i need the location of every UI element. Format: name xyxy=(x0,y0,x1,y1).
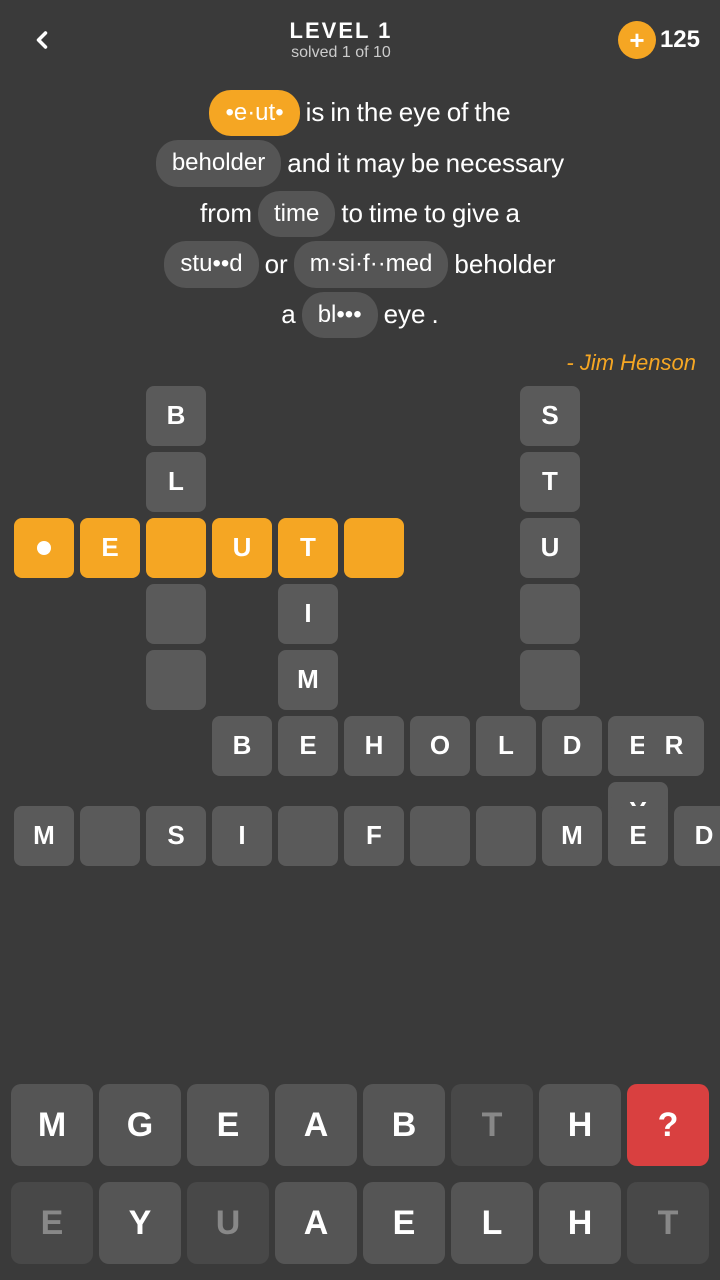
tile-empty1-r2 xyxy=(146,518,206,578)
tile-empty-r7c7 xyxy=(476,806,536,866)
tile-D-r7c10: D xyxy=(674,806,720,866)
tile-H-r5: H xyxy=(344,716,404,776)
keyboard-row-2: E Y U A E L H T xyxy=(10,1182,710,1264)
dot-inner xyxy=(37,541,51,555)
coin-count: 125 xyxy=(660,26,700,54)
key-hint[interactable]: ? xyxy=(627,1084,709,1166)
tile-M-r7c0: M xyxy=(14,806,74,866)
key-T[interactable]: T xyxy=(451,1084,533,1166)
key-H[interactable]: H xyxy=(539,1084,621,1166)
blank-word-beholder1: beholder xyxy=(156,140,281,186)
keyboard-area: M G E A B T H ? E Y U A E L H T xyxy=(0,1066,720,1280)
add-coins-button[interactable]: + xyxy=(618,21,656,59)
tile-empty-r4c2 xyxy=(146,650,206,710)
tile-U2-r2: U xyxy=(520,518,580,578)
key-A[interactable]: A xyxy=(275,1084,357,1166)
tile-E-r2: E xyxy=(80,518,140,578)
tile-F-r7: F xyxy=(344,806,404,866)
quote-line-5: a bl••• eye . xyxy=(24,292,696,338)
key-B[interactable]: B xyxy=(363,1084,445,1166)
key-A2[interactable]: A xyxy=(275,1182,357,1264)
key-L[interactable]: L xyxy=(451,1182,533,1264)
blank-word-black: bl••• xyxy=(302,292,378,338)
tile-empty-r3c8 xyxy=(520,584,580,644)
quote-line-1: •e·ut• is in the eye of the xyxy=(24,90,696,136)
blank-word-stud: stu••d xyxy=(164,241,258,287)
tile-I-r7: I xyxy=(212,806,272,866)
crossword-grid: B S L T E U T U I M B E H O L D E R Y M xyxy=(10,386,710,876)
key-E3[interactable]: E xyxy=(363,1182,445,1264)
tile-E-r7c9: E xyxy=(608,806,668,866)
key-E[interactable]: E xyxy=(187,1084,269,1166)
tile-L-r5: L xyxy=(476,716,536,776)
quote-line-3: from time to time to give a xyxy=(24,191,696,237)
tile-T-r2: T xyxy=(278,518,338,578)
tile-I-r3: I xyxy=(278,584,338,644)
tile-U-r2: U xyxy=(212,518,272,578)
tile-empty-r4c8 xyxy=(520,650,580,710)
tile-empty2-r2 xyxy=(344,518,404,578)
tile-empty-r7c6 xyxy=(410,806,470,866)
quote-attribution: - Jim Henson xyxy=(0,342,720,376)
level-solved: solved 1 of 10 xyxy=(290,44,393,62)
tile-M-r4: M xyxy=(278,650,338,710)
coins-area: + 125 xyxy=(618,21,700,59)
header: LEVEL 1 solved 1 of 10 + 125 xyxy=(0,0,720,80)
tile-T-r1: T xyxy=(520,452,580,512)
tile-M-r7c8: M xyxy=(542,806,602,866)
key-U[interactable]: U xyxy=(187,1182,269,1264)
tile-E-r5: E xyxy=(278,716,338,776)
tile-B-r0: B xyxy=(146,386,206,446)
keyboard-row-1: M G E A B T H ? xyxy=(10,1084,710,1166)
tile-O-r5: O xyxy=(410,716,470,776)
tile-S-r7: S xyxy=(146,806,206,866)
tile-dot-r2 xyxy=(14,518,74,578)
quote-area: •e·ut• is in the eye of the beholder and… xyxy=(0,80,720,338)
tile-empty-r7c1 xyxy=(80,806,140,866)
level-title: LEVEL 1 xyxy=(290,18,393,44)
key-H2[interactable]: H xyxy=(539,1182,621,1264)
tile-empty-r3c2 xyxy=(146,584,206,644)
tile-R-r5: R xyxy=(644,716,704,776)
key-E2[interactable]: E xyxy=(11,1182,93,1264)
blank-word-misformed: m·si·f··med xyxy=(294,241,449,287)
key-G[interactable]: G xyxy=(99,1084,181,1166)
blank-word-time: time xyxy=(258,191,335,237)
quote-line-4: stu••d or m·si·f··med beholder xyxy=(24,241,696,287)
crossword-grid-area: B S L T E U T U I M B E H O L D E R Y M xyxy=(0,386,720,876)
key-M[interactable]: M xyxy=(11,1084,93,1166)
blank-word-beaut: •e·ut• xyxy=(209,90,299,136)
tile-B-r5: B xyxy=(212,716,272,776)
key-Y[interactable]: Y xyxy=(99,1182,181,1264)
level-info: LEVEL 1 solved 1 of 10 xyxy=(290,18,393,62)
quote-line-2: beholder and it may be necessary xyxy=(24,140,696,186)
tile-L-r1: L xyxy=(146,452,206,512)
key-T2[interactable]: T xyxy=(627,1182,709,1264)
tile-empty-r7c4 xyxy=(278,806,338,866)
tile-D-r5: D xyxy=(542,716,602,776)
tile-S-r0: S xyxy=(520,386,580,446)
back-button[interactable] xyxy=(20,18,64,62)
